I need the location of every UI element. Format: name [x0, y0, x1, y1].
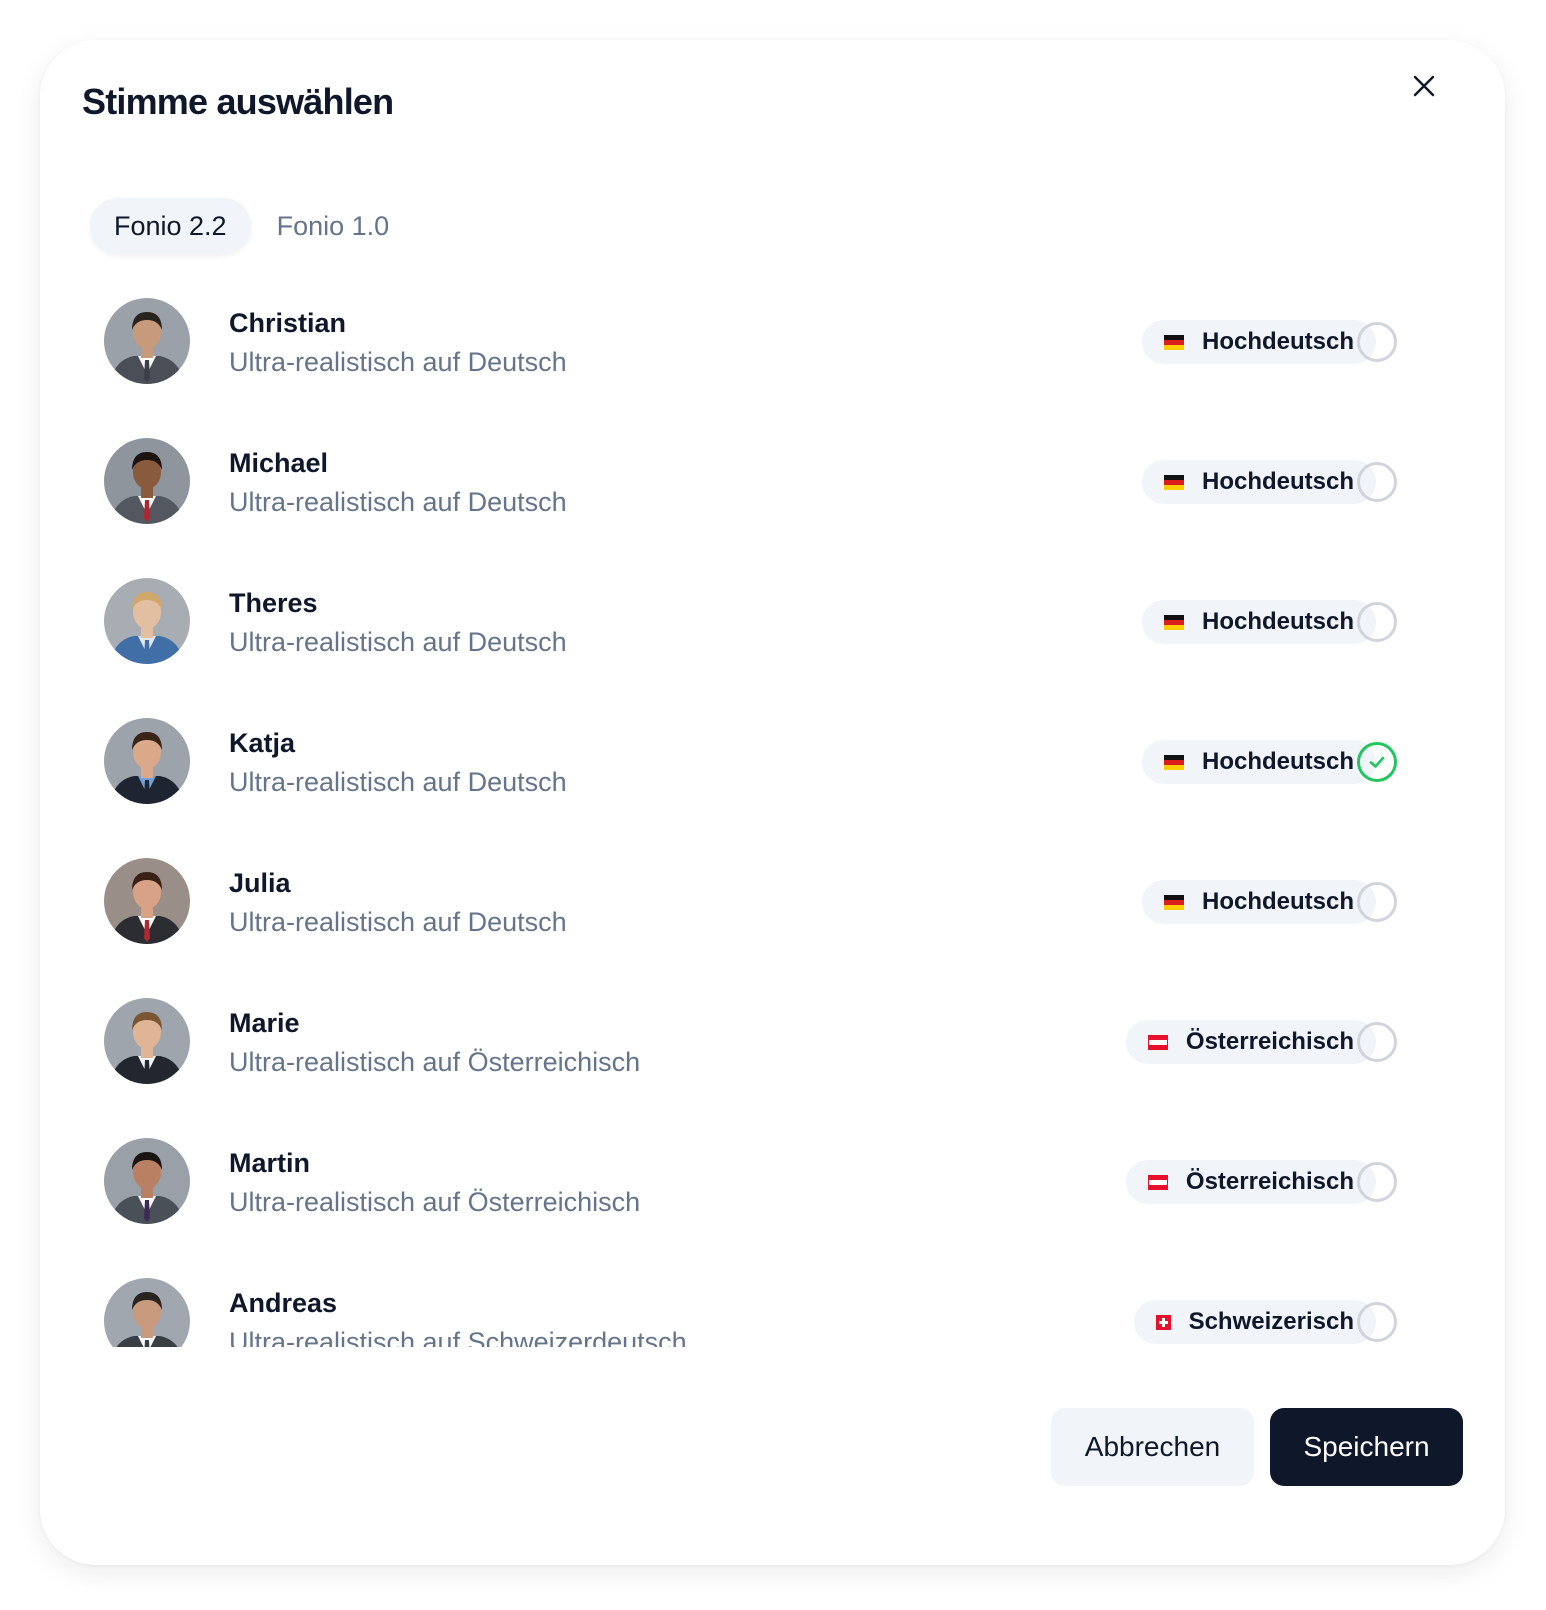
voice-row-martin[interactable]: Martin Ultra-realistisch auf Österreichis…	[40, 1115, 1505, 1255]
voice-row-julia[interactable]: Julia Ultra-realistisch auf Deutsch Hochde…	[40, 835, 1505, 975]
voice-radio[interactable]	[1357, 1022, 1397, 1062]
voice-name: Marie	[229, 1008, 300, 1038]
voice-select-dialog: Stimme auswählen Fonio 2.2 Fonio 1.0 Chri…	[40, 40, 1505, 1565]
voice-description: Ultra-realistisch auf Schweizerdeutsch	[229, 1327, 687, 1347]
voice-radio[interactable]	[1357, 602, 1397, 642]
flag-de-icon	[1163, 614, 1184, 630]
language-badge: Schweizerisch	[1133, 1300, 1376, 1344]
voice-radio-selected[interactable]	[1357, 742, 1397, 782]
language-badge: Hochdeutsch	[1141, 460, 1376, 504]
voice-description: Ultra-realistisch auf Deutsch	[229, 907, 567, 937]
avatar	[104, 718, 190, 804]
language-label: Schweizerisch	[1188, 1308, 1354, 1335]
voice-radio[interactable]	[1357, 1302, 1397, 1342]
voice-list[interactable]: Christian Ultra-realistisch auf Deutsch Ho…	[40, 275, 1505, 1347]
avatar	[104, 1278, 190, 1347]
voice-row-theres[interactable]: Theres Ultra-realistisch auf Deutsch Hochd…	[40, 555, 1505, 695]
tab-fonio-1-0[interactable]: Fonio 1.0	[253, 198, 414, 254]
voice-row-marie[interactable]: Marie Ultra-realistisch auf Österreichisc…	[40, 975, 1505, 1115]
voice-name: Martin	[229, 1148, 310, 1178]
voice-name: Julia	[229, 868, 291, 898]
dialog-title: Stimme auswählen	[82, 81, 394, 122]
tab-fonio-2-2[interactable]: Fonio 2.2	[90, 198, 251, 254]
voice-radio[interactable]	[1357, 1162, 1397, 1202]
voice-description: Ultra-realistisch auf Österreichisch	[229, 1187, 641, 1217]
voice-description: Ultra-realistisch auf Deutsch	[229, 627, 567, 657]
language-badge: Hochdeutsch	[1141, 880, 1376, 924]
voice-radio[interactable]	[1357, 882, 1397, 922]
language-label: Österreichisch	[1185, 1028, 1354, 1055]
language-label: Hochdeutsch	[1201, 608, 1354, 635]
close-button[interactable]	[1400, 62, 1448, 110]
close-icon	[1413, 75, 1435, 97]
voice-name: Katja	[229, 728, 296, 758]
language-label: Hochdeutsch	[1201, 888, 1354, 915]
language-badge: Hochdeutsch	[1141, 600, 1376, 644]
voice-name: Christian	[229, 308, 347, 338]
flag-de-icon	[1163, 334, 1184, 350]
language-label: Hochdeutsch	[1201, 748, 1354, 775]
check-icon	[1369, 756, 1385, 768]
avatar	[104, 1138, 190, 1224]
flag-de-icon	[1163, 474, 1184, 490]
avatar	[104, 998, 190, 1084]
voice-description: Ultra-realistisch auf Deutsch	[229, 347, 567, 377]
avatar	[104, 298, 190, 384]
flag-ch-icon	[1155, 1314, 1171, 1330]
language-label: Österreichisch	[1185, 1168, 1354, 1195]
voice-description: Ultra-realistisch auf Österreichisch	[229, 1047, 641, 1077]
language-badge: Österreichisch	[1125, 1020, 1376, 1064]
voice-row-michael[interactable]: Michael Ultra-realistisch auf Deutsch Hoch…	[40, 415, 1505, 555]
flag-at-icon	[1147, 1034, 1168, 1050]
flag-at-icon	[1147, 1174, 1168, 1190]
model-tabs: Fonio 2.2 Fonio 1.0	[90, 198, 413, 254]
voice-name: Andreas	[229, 1288, 338, 1318]
avatar	[104, 438, 190, 524]
language-badge: Österreichisch	[1125, 1160, 1376, 1204]
voice-row-christian[interactable]: Christian Ultra-realistisch auf Deutsch Ho…	[40, 275, 1505, 415]
avatar	[104, 578, 190, 664]
flag-de-icon	[1163, 754, 1184, 770]
language-badge: Hochdeutsch	[1141, 740, 1376, 784]
avatar	[104, 858, 190, 944]
language-badge: Hochdeutsch	[1141, 320, 1376, 364]
voice-radio[interactable]	[1357, 462, 1397, 502]
voice-name: Michael	[229, 448, 329, 478]
voice-name: Theres	[229, 588, 318, 618]
dialog-footer: Abbrechen Speichern	[1051, 1408, 1463, 1486]
voice-description: Ultra-realistisch auf Deutsch	[229, 767, 567, 797]
voice-description: Ultra-realistisch auf Deutsch	[229, 487, 567, 517]
voice-row-katja[interactable]: Katja Ultra-realistisch auf Deutsch Hochde…	[40, 695, 1505, 835]
cancel-button[interactable]: Abbrechen	[1051, 1408, 1254, 1486]
language-label: Hochdeutsch	[1201, 328, 1354, 355]
save-button[interactable]: Speichern	[1270, 1408, 1463, 1486]
voice-row-andreas[interactable]: Andreas Ultra-realistisch auf Schweizerde…	[40, 1255, 1505, 1347]
voice-radio[interactable]	[1357, 322, 1397, 362]
language-label: Hochdeutsch	[1201, 468, 1354, 495]
flag-de-icon	[1163, 894, 1184, 910]
